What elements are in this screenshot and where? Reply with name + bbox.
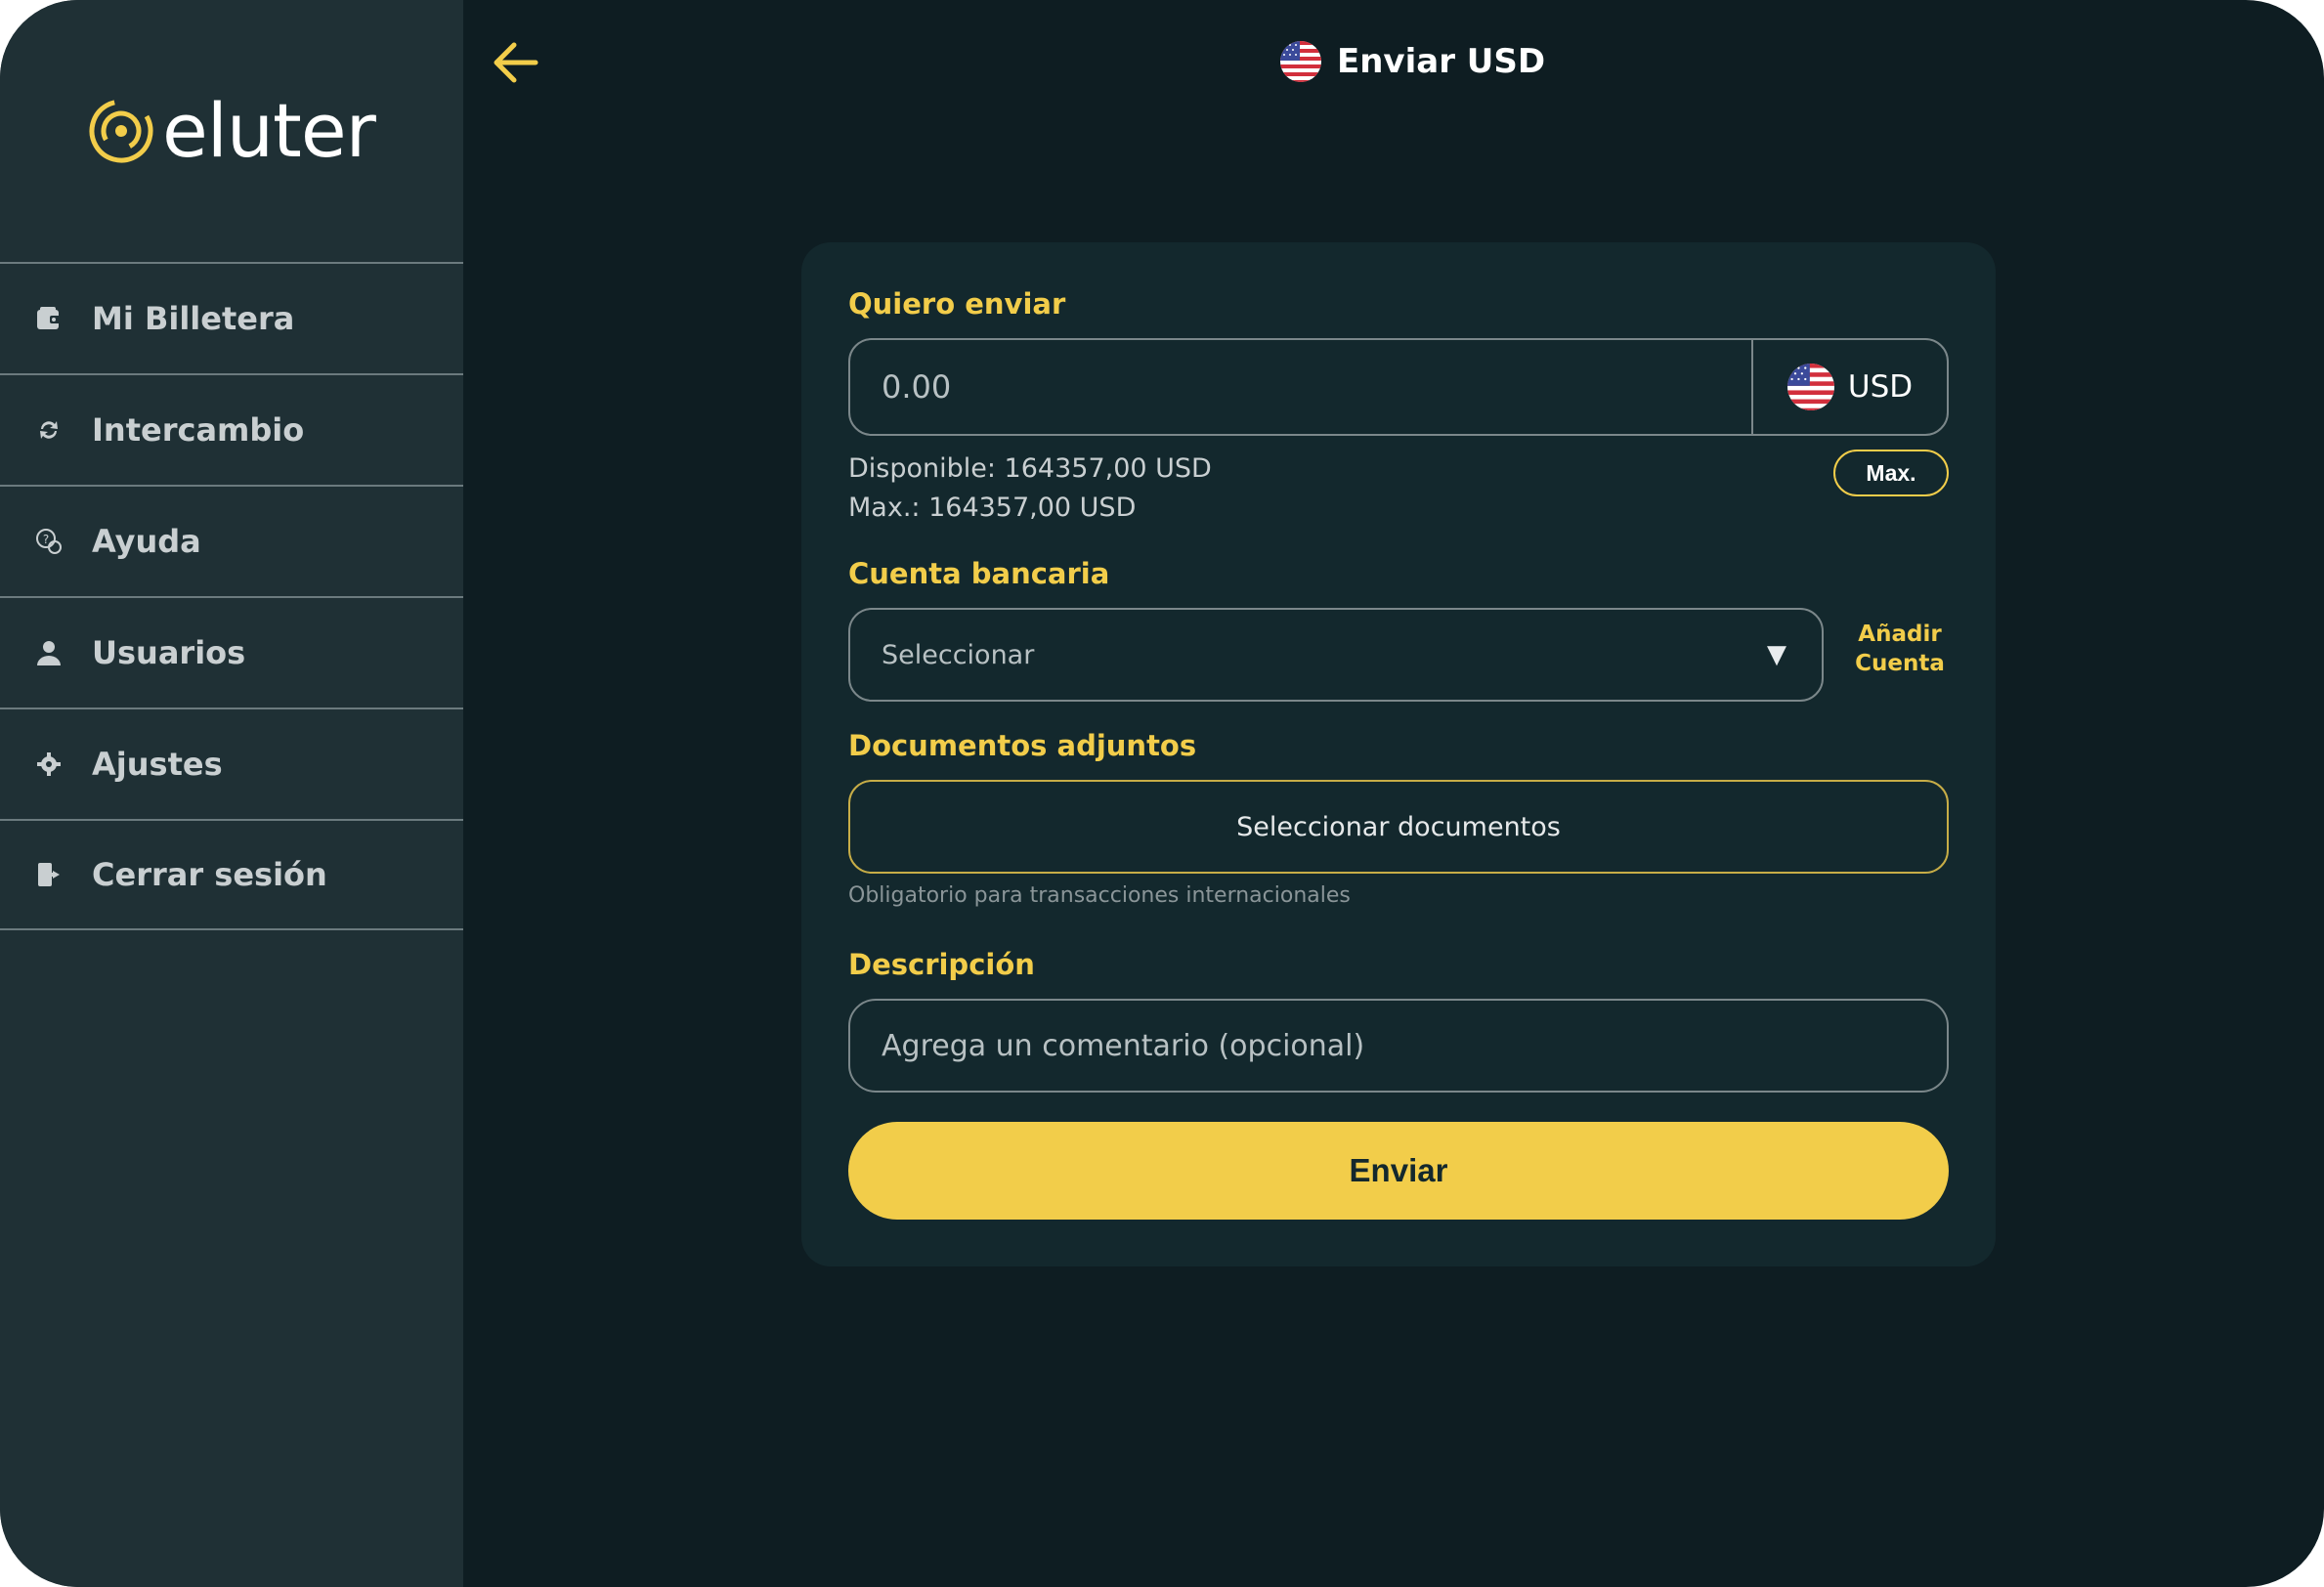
logout-icon	[33, 859, 65, 890]
description-label: Descripción	[848, 948, 1035, 981]
amount-field: USD	[848, 338, 1949, 436]
submit-button[interactable]: Enviar	[848, 1122, 1949, 1220]
sidebar-nav: Mi Billetera Intercambio ? Ayuda Usuario…	[0, 262, 463, 930]
add-account-line: Añadir	[1858, 622, 1942, 647]
app-window: eluter Mi Billetera Intercambio ? Ayuda	[0, 0, 2324, 1587]
sidebar-item-usuarios[interactable]: Usuarios	[0, 596, 463, 708]
chevron-down-icon: ▼	[1767, 640, 1786, 669]
sidebar-item-ayuda[interactable]: ? Ayuda	[0, 485, 463, 596]
max-amount: Max.: 164357,00 USD	[848, 493, 1137, 523]
page-title: Enviar USD	[1280, 37, 1545, 86]
max-button[interactable]: Max.	[1833, 450, 1949, 496]
send-form-card: Quiero enviar USD Disponible: 164357,00 …	[801, 242, 1996, 1266]
documents-label: Documentos adjuntos	[848, 729, 1197, 762]
sidebar-item-label: Ajustes	[92, 746, 223, 783]
select-documents-button[interactable]: Seleccionar documentos	[848, 780, 1949, 874]
currency-code: USD	[1847, 369, 1914, 405]
us-flag-icon	[1280, 41, 1321, 82]
sidebar-item-label: Usuarios	[92, 634, 246, 671]
sidebar-item-ajustes[interactable]: Ajustes	[0, 708, 463, 819]
add-account-line: Cuenta	[1855, 651, 1945, 676]
sidebar-item-mi-billetera[interactable]: Mi Billetera	[0, 262, 463, 373]
sidebar-item-label: Mi Billetera	[92, 300, 295, 337]
eluter-logo-icon	[89, 99, 153, 163]
sidebar-item-label: Cerrar sesión	[92, 856, 327, 893]
wallet-icon	[33, 303, 65, 334]
currency-selector[interactable]: USD	[1751, 340, 1947, 434]
sidebar: eluter Mi Billetera Intercambio ? Ayuda	[0, 0, 463, 1587]
logo-text: eluter	[162, 87, 376, 174]
sidebar-item-label: Ayuda	[92, 523, 201, 560]
sidebar-item-intercambio[interactable]: Intercambio	[0, 373, 463, 485]
documents-hint: Obligatorio para transacciones internaci…	[848, 883, 1351, 908]
description-input[interactable]	[850, 1001, 1947, 1091]
sidebar-item-label: Intercambio	[92, 411, 305, 449]
sidebar-item-cerrar-sesion[interactable]: Cerrar sesión	[0, 819, 463, 930]
logo[interactable]: eluter	[88, 87, 376, 174]
gear-icon	[33, 749, 65, 780]
bank-account-select[interactable]: Seleccionar ▼	[848, 608, 1824, 702]
bank-account-label: Cuenta bancaria	[848, 557, 1110, 590]
bank-account-placeholder: Seleccionar	[882, 639, 1035, 670]
page-title-text: Enviar USD	[1337, 42, 1546, 81]
add-account-link[interactable]: Añadir Cuenta	[1841, 620, 1958, 678]
us-flag-icon	[1786, 364, 1834, 410]
back-button[interactable]	[489, 37, 543, 88]
exchange-icon	[33, 414, 65, 446]
description-field	[848, 999, 1949, 1093]
amount-label: Quiero enviar	[848, 287, 1066, 321]
svg-text:?: ?	[43, 533, 49, 546]
help-icon: ?	[33, 526, 65, 557]
arrow-left-icon	[494, 42, 538, 83]
available-balance: Disponible: 164357,00 USD	[848, 453, 1212, 484]
user-icon	[33, 637, 65, 668]
amount-input[interactable]	[850, 340, 1751, 434]
